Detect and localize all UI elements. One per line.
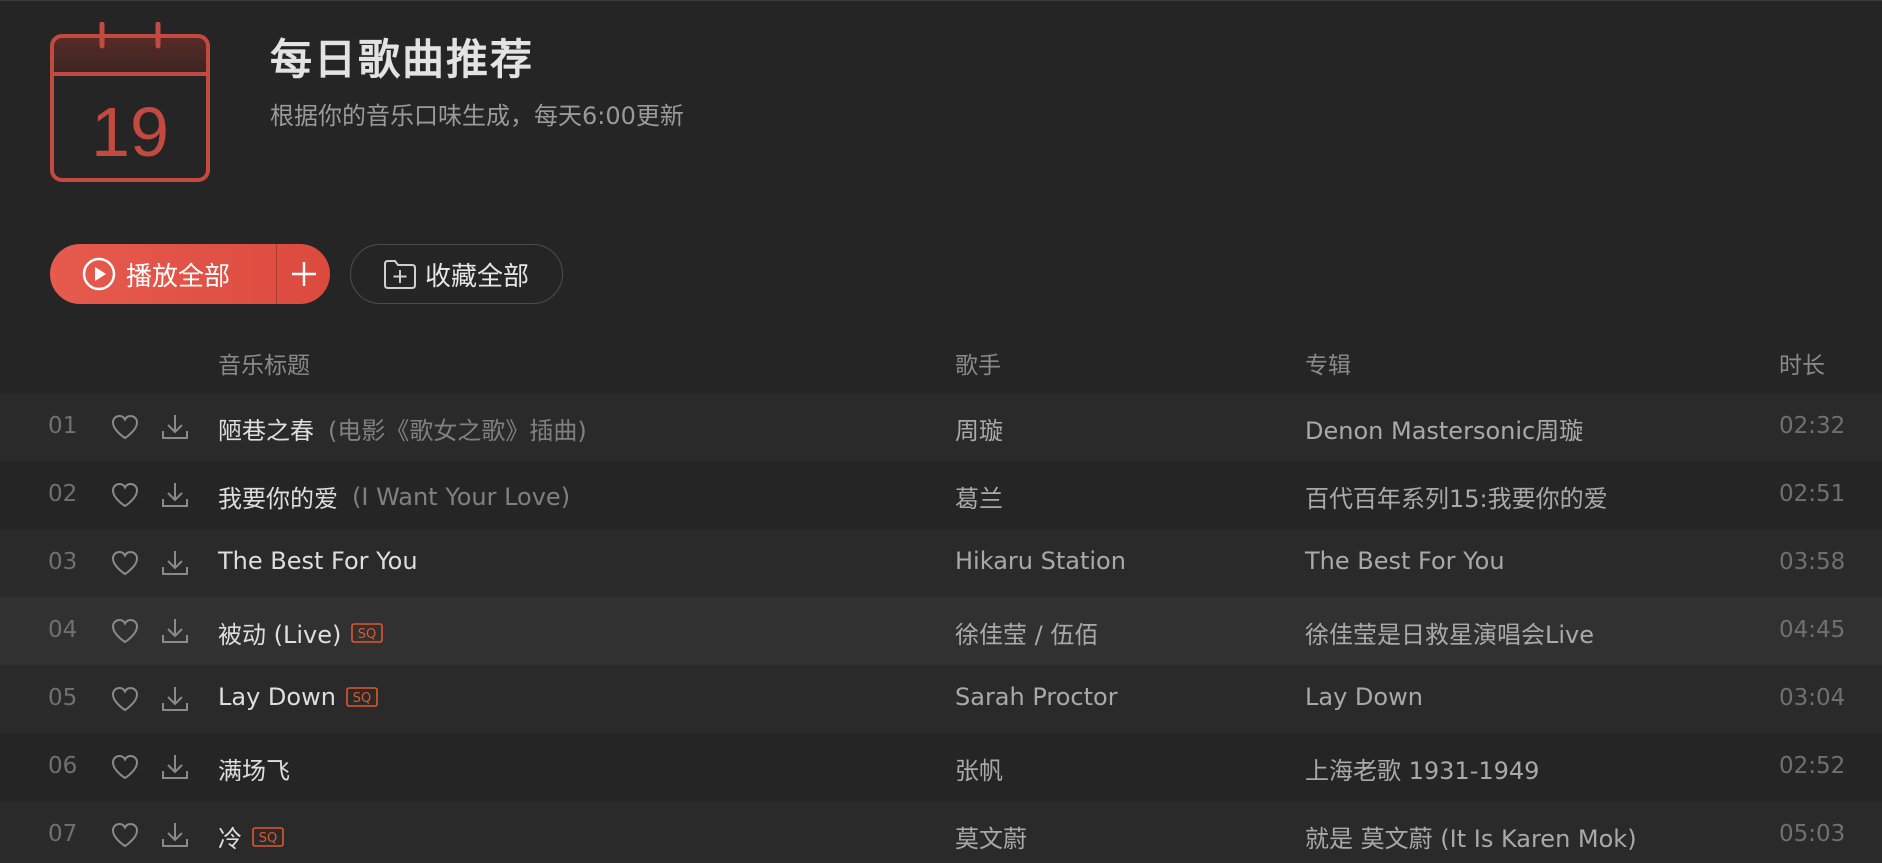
track-title: 冷 [218,825,242,853]
heart-icon[interactable] [110,753,140,781]
track-album[interactable]: 上海老歌 1931-1949 [1305,751,1539,786]
track-duration: 04:45 [1779,617,1846,643]
track-title-cell: 冷 SQ [218,819,284,854]
track-album[interactable]: The Best For You [1305,547,1505,575]
track-artist[interactable]: Sarah Proctor [955,683,1118,711]
play-all-label: 播放全部 [126,261,231,292]
calendar-day-number: 19 [91,93,169,171]
collect-all-label: 收藏全部 [425,261,530,292]
play-circle-icon [82,257,116,291]
track-row[interactable]: 02 我要你的爱 (I Want Your Love) 葛兰 百代百年系列15:… [0,461,1882,529]
track-title-cell: 陋巷之春 (电影《歌女之歌》插曲) [218,411,587,446]
column-header-album[interactable]: 专辑 [1305,346,1351,380]
svg-text:SQ: SQ [259,831,277,846]
track-title: 满场飞 [218,757,290,785]
download-icon[interactable] [160,616,190,646]
track-row[interactable]: 05 Lay Down SQ Sarah Proctor Lay Down 03… [0,665,1882,733]
track-index: 07 [48,821,78,847]
daily-recommend-page: 19 每日歌曲推荐 根据你的音乐口味生成，每天6:00更新 播放全部 收藏全部 [0,0,1882,863]
heart-icon[interactable] [110,821,140,849]
track-artist[interactable]: Hikaru Station [955,547,1126,575]
download-icon[interactable] [160,480,190,510]
page-title: 每日歌曲推荐 [270,35,535,84]
track-title: 我要你的爱 [218,485,338,513]
track-artist[interactable]: 周璇 [955,411,1003,446]
track-album[interactable]: Lay Down [1305,683,1423,711]
track-title-cell: The Best For You [218,547,418,575]
sq-badge-icon: SQ [351,622,384,643]
track-duration: 03:58 [1779,549,1846,575]
track-row[interactable]: 07 冷 SQ 莫文蔚 就是 莫文蔚 (It Is Karen Mok) 05:… [0,801,1882,863]
track-row[interactable]: 01 陋巷之春 (电影《歌女之歌》插曲) 周璇 Denon Mastersoni… [0,393,1882,461]
play-all-group: 播放全部 [50,244,330,304]
plus-icon [291,262,316,286]
track-index: 05 [48,685,78,711]
track-title: The Best For You [218,547,418,575]
track-subtitle: (I Want Your Love) [352,482,571,511]
track-duration: 02:52 [1779,753,1846,779]
svg-text:SQ: SQ [358,627,376,642]
calendar-icon: 19 [48,21,212,184]
track-title-cell: 满场飞 [218,751,290,786]
folder-add-icon [384,260,416,289]
heart-icon[interactable] [110,413,140,441]
track-artist[interactable]: 徐佳莹 / 伍佰 [955,615,1098,650]
track-duration: 02:32 [1779,413,1846,439]
table-header: 音乐标题 歌手 专辑 时长 [0,330,1882,390]
heart-icon[interactable] [110,685,140,713]
column-header-duration[interactable]: 时长 [1779,346,1825,380]
track-album[interactable]: 就是 莫文蔚 (It Is Karen Mok) [1305,819,1637,854]
track-index: 01 [48,413,78,439]
track-row[interactable]: 06 满场飞 张帆 上海老歌 1931-1949 02:52 [0,733,1882,801]
track-title: 陋巷之春 [218,417,314,445]
page-subtitle: 根据你的音乐口味生成，每天6:00更新 [270,102,684,130]
download-icon[interactable] [160,684,190,714]
column-header-title[interactable]: 音乐标题 [218,346,310,380]
download-icon[interactable] [160,820,190,850]
track-row[interactable]: 03 The Best For You Hikaru Station The B… [0,529,1882,597]
track-duration: 03:04 [1779,685,1846,711]
track-title-cell: 被动 (Live) SQ [218,615,384,650]
track-subtitle: (电影《歌女之歌》插曲) [328,417,587,445]
heart-icon[interactable] [110,549,140,577]
sq-badge-icon: SQ [252,826,284,847]
column-header-artist[interactable]: 歌手 [955,346,1001,380]
track-duration: 02:51 [1779,481,1846,507]
track-album[interactable]: 百代百年系列15:我要你的爱 [1305,479,1608,514]
download-icon[interactable] [160,752,190,782]
track-index: 04 [48,617,78,643]
track-artist[interactable]: 张帆 [955,751,1003,786]
sq-badge-icon: SQ [346,687,378,707]
track-album[interactable]: Denon Mastersonic周璇 [1305,411,1583,446]
track-duration: 05:03 [1779,821,1846,847]
track-artist[interactable]: 葛兰 [955,479,1003,514]
track-index: 02 [48,481,78,507]
heart-icon[interactable] [110,481,140,509]
collect-all-button[interactable]: 收藏全部 [350,244,563,304]
track-album[interactable]: 徐佳莹是日救星演唱会Live [1305,615,1594,650]
download-icon[interactable] [160,412,190,442]
track-title: 被动 (Live) [218,621,342,649]
heart-icon[interactable] [110,617,140,645]
track-title: Lay Down [218,683,336,711]
track-index: 03 [48,549,78,575]
track-row[interactable]: 04 被动 (Live) SQ 徐佳莹 / 伍佰 徐佳莹是日救星演唱会Live … [0,597,1882,665]
download-icon[interactable] [160,548,190,578]
track-list: 01 陋巷之春 (电影《歌女之歌》插曲) 周璇 Denon Mastersoni… [0,393,1882,863]
track-title-cell: Lay Down SQ [218,683,378,711]
track-index: 06 [48,753,78,779]
top-divider [0,0,1882,1]
play-all-button[interactable]: 播放全部 [50,244,276,304]
svg-text:SQ: SQ [353,691,371,706]
add-to-queue-button[interactable] [277,244,330,304]
track-artist[interactable]: 莫文蔚 [955,819,1027,854]
track-title-cell: 我要你的爱 (I Want Your Love) [218,479,570,514]
